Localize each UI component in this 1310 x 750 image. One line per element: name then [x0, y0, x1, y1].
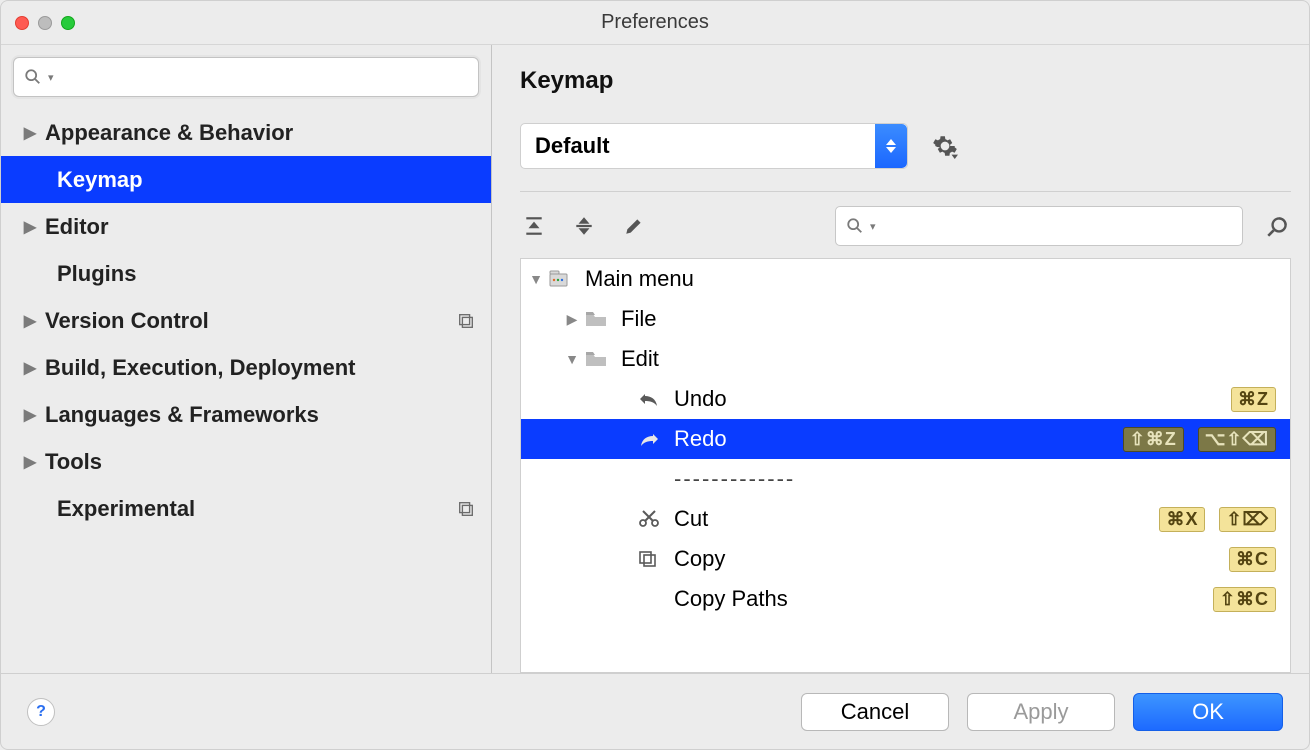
nav-label: Editor	[45, 214, 475, 240]
tree-node-copy-paths[interactable]: Copy Paths ⇧⌘C	[521, 579, 1290, 619]
nav-label: Appearance & Behavior	[45, 120, 475, 146]
shortcut-chip: ⇧⌦	[1219, 507, 1276, 532]
shortcut-chip: ⇧⌘Z	[1123, 427, 1184, 452]
preferences-window: Preferences ▾ ▶ Appearance & Behavior	[0, 0, 1310, 750]
tree-node-undo[interactable]: Undo ⌘Z	[521, 379, 1290, 419]
keymap-scheme-value: Default	[535, 133, 610, 159]
minimize-window-button[interactable]	[38, 16, 52, 30]
titlebar: Preferences	[1, 1, 1309, 45]
keymap-scheme-select[interactable]: Default	[520, 123, 908, 169]
folder-icon	[585, 310, 607, 328]
nav-plugins[interactable]: Plugins	[1, 250, 491, 297]
disclosure-triangle-icon[interactable]	[561, 311, 583, 328]
settings-tree: ▶ Appearance & Behavior Keymap ▶ Editor …	[1, 109, 491, 673]
shortcut-chip: ⌘Z	[1231, 387, 1276, 412]
action-search[interactable]: ▾	[835, 206, 1243, 246]
expand-all-button[interactable]	[520, 212, 548, 240]
nav-tools[interactable]: ▶ Tools	[1, 438, 491, 485]
collapse-all-button[interactable]	[570, 212, 598, 240]
nav-label: Plugins	[57, 261, 475, 287]
zoom-window-button[interactable]	[61, 16, 75, 30]
tree-label: Main menu	[579, 266, 1280, 292]
expand-arrow-icon: ▶	[17, 311, 43, 331]
project-level-icon	[457, 500, 475, 518]
nav-label: Keymap	[57, 167, 475, 193]
keymap-toolbar: ▾	[520, 206, 1291, 246]
expand-arrow-icon: ▶	[17, 452, 43, 472]
tree-label: Copy	[668, 546, 1229, 572]
edit-shortcut-button[interactable]	[620, 212, 648, 240]
nav-version-control[interactable]: ▶ Version Control	[1, 297, 491, 344]
nav-experimental[interactable]: Experimental	[1, 485, 491, 532]
chevron-down-icon: ▾	[48, 71, 54, 84]
expand-arrow-icon: ▶	[17, 358, 43, 378]
tree-label: Undo	[668, 386, 1231, 412]
settings-search[interactable]: ▾	[13, 57, 479, 97]
nav-languages-frameworks[interactable]: ▶ Languages & Frameworks	[1, 391, 491, 438]
content-panel: Keymap Default	[492, 45, 1309, 673]
cut-icon	[638, 510, 660, 528]
keymap-scheme-actions-button[interactable]	[932, 133, 958, 159]
tree-label: File	[615, 306, 1280, 332]
find-by-shortcut-button[interactable]	[1265, 213, 1291, 239]
tree-node-main-menu[interactable]: Main menu	[521, 259, 1290, 299]
tree-node-redo[interactable]: Redo ⇧⌘Z ⌥⇧⌫	[521, 419, 1290, 459]
undo-icon	[638, 390, 660, 408]
tree-label: Redo	[668, 426, 1123, 452]
tree-label: -------------	[668, 466, 1280, 492]
nav-label: Experimental	[57, 496, 455, 522]
expand-arrow-icon: ▶	[17, 217, 43, 237]
nav-keymap[interactable]: Keymap	[1, 156, 491, 203]
body: ▾ ▶ Appearance & Behavior Keymap ▶ Edito…	[1, 45, 1309, 673]
disclosure-triangle-icon[interactable]	[561, 351, 583, 367]
redo-icon	[638, 430, 660, 448]
shortcut-chip: ⇧⌘C	[1213, 587, 1276, 612]
nav-label: Languages & Frameworks	[45, 402, 475, 428]
project-level-icon	[457, 312, 475, 330]
mainmenu-icon	[549, 270, 571, 288]
apply-button[interactable]: Apply	[967, 693, 1115, 731]
nav-appearance-behavior[interactable]: ▶ Appearance & Behavior	[1, 109, 491, 156]
expand-arrow-icon: ▶	[17, 405, 43, 425]
tree-node-separator[interactable]: -------------	[521, 459, 1290, 499]
folder-icon	[585, 350, 607, 368]
nav-label: Build, Execution, Deployment	[45, 355, 475, 381]
tree-label: Edit	[615, 346, 1280, 372]
tree-node-cut[interactable]: Cut ⌘X ⇧⌦	[521, 499, 1290, 539]
tree-node-copy[interactable]: Copy ⌘C	[521, 539, 1290, 579]
cancel-button[interactable]: Cancel	[801, 693, 949, 731]
action-search-input[interactable]	[882, 216, 1232, 237]
shortcut-chip: ⌥⇧⌫	[1198, 427, 1276, 452]
nav-editor[interactable]: ▶ Editor	[1, 203, 491, 250]
shortcut-chip: ⌘X	[1159, 507, 1205, 532]
dropdown-caret-icon	[875, 124, 907, 168]
search-icon	[846, 217, 864, 235]
page-heading: Keymap	[520, 67, 1291, 95]
settings-search-input[interactable]	[60, 67, 468, 88]
chevron-down-icon: ▾	[870, 220, 876, 233]
tree-label: Copy Paths	[668, 586, 1213, 612]
ok-button[interactable]: OK	[1133, 693, 1283, 731]
divider	[520, 191, 1291, 192]
sidebar: ▾ ▶ Appearance & Behavior Keymap ▶ Edito…	[1, 45, 492, 673]
help-button[interactable]: ?	[27, 698, 55, 726]
actions-tree[interactable]: Main menu File Edit	[520, 258, 1291, 673]
shortcut-chip: ⌘C	[1229, 547, 1276, 572]
expand-arrow-icon: ▶	[17, 123, 43, 143]
close-window-button[interactable]	[15, 16, 29, 30]
tree-node-file[interactable]: File	[521, 299, 1290, 339]
nav-label: Tools	[45, 449, 475, 475]
search-icon	[24, 68, 42, 86]
disclosure-triangle-icon[interactable]	[525, 271, 547, 287]
copy-icon	[638, 550, 660, 568]
nav-build-execution-deployment[interactable]: ▶ Build, Execution, Deployment	[1, 344, 491, 391]
window-title: Preferences	[1, 11, 1309, 34]
nav-label: Version Control	[45, 308, 455, 334]
window-controls	[15, 16, 75, 30]
tree-label: Cut	[668, 506, 1159, 532]
tree-node-edit[interactable]: Edit	[521, 339, 1290, 379]
dialog-footer: ? Cancel Apply OK	[1, 673, 1309, 749]
